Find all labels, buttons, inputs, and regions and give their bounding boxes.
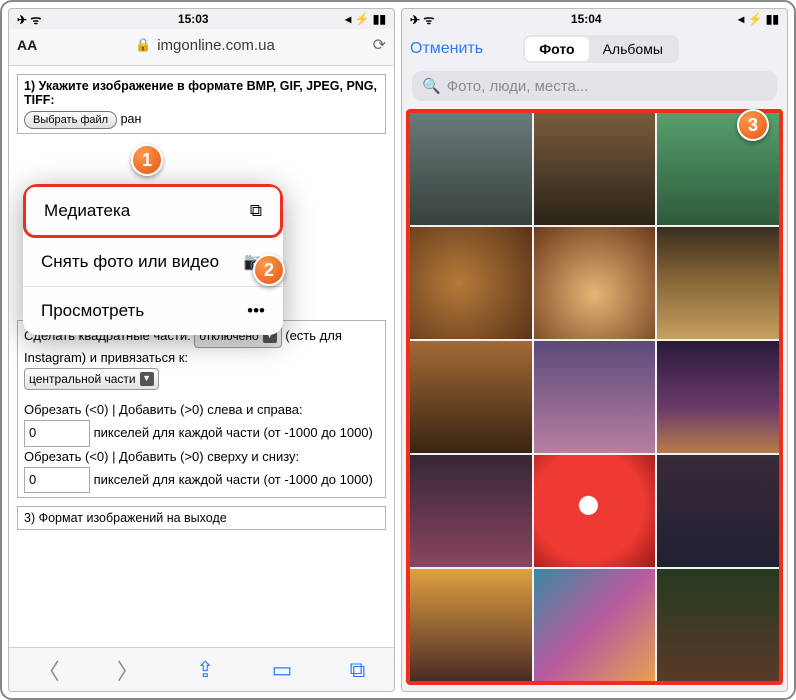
- crop-lr-label: Обрезать (<0) | Добавить (>0) слева и сп…: [24, 400, 379, 420]
- choose-file-button[interactable]: Выбрать файл: [24, 111, 117, 129]
- browse-label: Просмотреть: [41, 301, 144, 321]
- px-note-2: пикселей для каждой части (от -1000 до 1…: [94, 472, 373, 487]
- share-icon[interactable]: ⇪: [196, 657, 214, 683]
- status-time: 15:03: [41, 12, 345, 26]
- photo-thumb[interactable]: [410, 227, 532, 339]
- seg-photos[interactable]: Фото: [525, 37, 588, 61]
- segmented-control: Фото Альбомы: [523, 35, 679, 63]
- photo-thumb[interactable]: [410, 455, 532, 567]
- photo-grid: [410, 113, 779, 681]
- step1-box: 1) Укажите изображение в формате BMP, GI…: [17, 74, 386, 134]
- url-text: imgonline.com.ua: [157, 37, 275, 54]
- status-right: ◂ ⚡ ▮▮: [345, 12, 386, 26]
- reload-icon[interactable]: ⟳: [373, 35, 386, 55]
- search-icon: 🔍: [422, 77, 441, 95]
- status-right: ◂ ⚡ ▮▮: [738, 12, 779, 26]
- safari-toolbar: 〈 〉 ⇪ ▭ ⧉: [9, 647, 394, 691]
- photo-thumb[interactable]: [657, 227, 779, 339]
- left-phone: ✈ ᯤ 15:03 ◂ ⚡ ▮▮ AA 🔒 imgonline.com.ua ⟳…: [8, 8, 395, 692]
- seg-albums[interactable]: Альбомы: [589, 37, 677, 61]
- step3-box: 3) Формат изображений на выходе: [17, 506, 386, 530]
- media-library-option[interactable]: Медиатека ⧉: [23, 184, 283, 238]
- search-field[interactable]: 🔍 Фото, люди, места...: [412, 71, 777, 101]
- bookmarks-icon[interactable]: ▭: [272, 657, 293, 683]
- photo-thumb[interactable]: [410, 569, 532, 681]
- page-content: 1) Укажите изображение в формате BMP, GI…: [9, 66, 394, 647]
- take-photo-label: Снять фото или видео: [41, 252, 219, 272]
- anchor-select[interactable]: центральной части▼: [24, 368, 159, 391]
- cancel-button[interactable]: Отменить: [410, 40, 483, 58]
- status-bar: ✈ ᯤ 15:04 ◂ ⚡ ▮▮: [402, 9, 787, 29]
- photo-grid-wrap: 3: [406, 109, 783, 685]
- callout-2: 2: [253, 254, 285, 286]
- text-size-button[interactable]: AA: [17, 37, 37, 53]
- photo-thumb[interactable]: [410, 341, 532, 453]
- file-source-popup: Медиатека ⧉ Снять фото или видео 📷 Просм…: [23, 184, 283, 335]
- crop-tb-label: Обрезать (<0) | Добавить (>0) сверху и с…: [24, 447, 379, 467]
- more-icon: •••: [247, 301, 265, 321]
- status-left: ✈ ᯤ: [17, 11, 41, 28]
- photo-thumb[interactable]: [657, 569, 779, 681]
- photo-thumb[interactable]: [657, 341, 779, 453]
- status-time: 15:04: [434, 12, 738, 26]
- photo-thumb[interactable]: [534, 113, 656, 225]
- callout-1: 1: [131, 144, 163, 176]
- search-placeholder: Фото, люди, места...: [447, 78, 589, 95]
- chevron-down-icon: ▼: [140, 372, 154, 386]
- photo-thumb[interactable]: [410, 113, 532, 225]
- status-bar: ✈ ᯤ 15:03 ◂ ⚡ ▮▮: [9, 9, 394, 29]
- callout-3: 3: [737, 109, 769, 141]
- back-icon[interactable]: 〈: [38, 654, 60, 686]
- photo-thumb[interactable]: [534, 455, 656, 567]
- step3-title: 3) Формат изображений на выходе: [24, 511, 227, 525]
- picker-header: Отменить Фото Альбомы: [402, 29, 787, 67]
- options-box: Сделать квадратные части: отключено▼ (ес…: [17, 320, 386, 498]
- forward-icon[interactable]: 〉: [117, 654, 139, 686]
- step1-title: 1) Укажите изображение в формате BMP, GI…: [24, 79, 379, 107]
- photo-thumb[interactable]: [657, 455, 779, 567]
- px-note-1: пикселей для каждой части (от -1000 до 1…: [94, 425, 373, 440]
- file-status-text: ран: [121, 112, 142, 126]
- url-field[interactable]: 🔒 imgonline.com.ua: [43, 37, 366, 54]
- photo-thumb[interactable]: [534, 569, 656, 681]
- photo-thumb[interactable]: [534, 341, 656, 453]
- media-library-label: Медиатека: [44, 201, 130, 221]
- browse-option[interactable]: Просмотреть •••: [23, 287, 283, 335]
- status-left: ✈ ᯤ: [410, 11, 434, 28]
- tabs-icon[interactable]: ⧉: [350, 657, 366, 683]
- right-phone: ✈ ᯤ 15:04 ◂ ⚡ ▮▮ Отменить Фото Альбомы 🔍…: [401, 8, 788, 692]
- take-photo-option[interactable]: Снять фото или видео 📷: [23, 238, 283, 287]
- lock-icon: 🔒: [135, 37, 151, 53]
- safari-address-bar: AA 🔒 imgonline.com.ua ⟳: [9, 29, 394, 66]
- stack-icon: ⧉: [250, 201, 262, 221]
- photo-thumb[interactable]: [534, 227, 656, 339]
- crop-lr-input[interactable]: 0: [24, 420, 90, 446]
- crop-tb-input[interactable]: 0: [24, 467, 90, 493]
